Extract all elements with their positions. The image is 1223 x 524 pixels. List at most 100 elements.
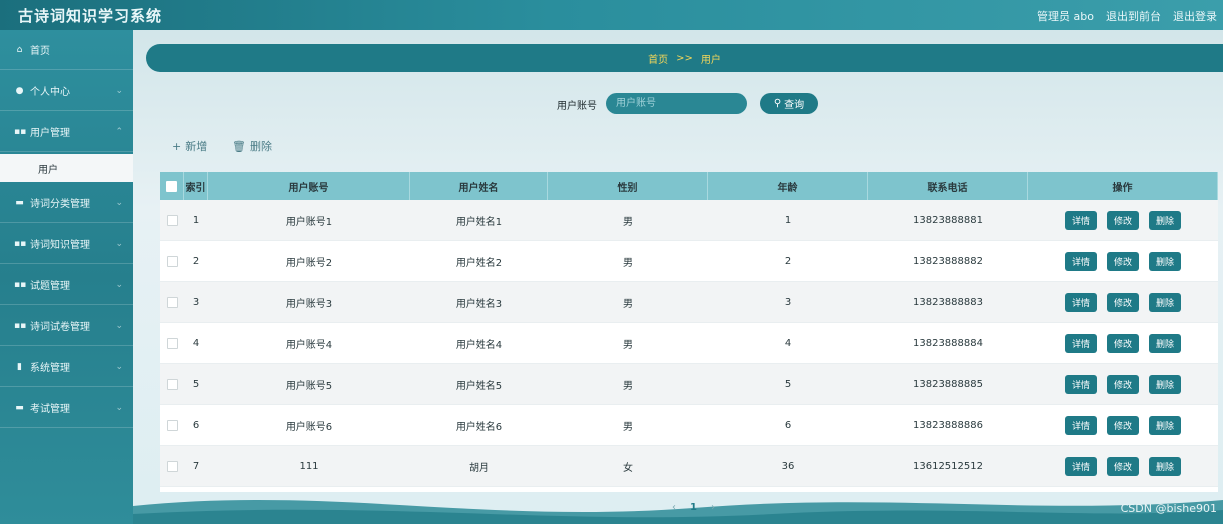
logout-link[interactable]: 退出登录 — [1173, 8, 1217, 24]
lock-icon: ▮ — [17, 361, 22, 372]
sidebar-item-poem-category[interactable]: ▬ 诗词分类管理 ⌄ — [0, 183, 133, 223]
sidebar-item-label: 首页 — [30, 46, 50, 57]
cell-sex: 男 — [623, 258, 633, 269]
sidebar-item-poem-knowledge[interactable]: ▪▪ 诗词知识管理 ⌄ — [0, 224, 133, 264]
row-checkbox[interactable] — [166, 297, 178, 308]
sidebar: ⌂ 首页 ● 个人中心 ⌄ ▪▪ 用户管理 ⌃ 用户 ▬ 诗词分类管理 ⌄ ▪▪… — [0, 30, 133, 524]
trash-icon: 🗑 — [232, 139, 246, 153]
edit-button[interactable]: 修改 — [1106, 334, 1139, 353]
table-row: 4 用户账号4 用户姓名4 男 4 13823888884 详情 修改 删除 — [160, 323, 1218, 364]
cell-operations: 详情 修改 删除 — [1028, 364, 1218, 405]
cell-operations: 详情 修改 删除 — [1028, 282, 1218, 323]
row-checkbox[interactable] — [166, 379, 178, 390]
delete-button[interactable]: 删除 — [1149, 252, 1182, 271]
edit-button[interactable]: 修改 — [1106, 375, 1139, 394]
sidebar-item-home[interactable]: ⌂ 首页 — [0, 30, 133, 70]
cell-sex: 女 — [623, 463, 633, 474]
detail-button[interactable]: 详情 — [1064, 375, 1097, 394]
column-header: 用户姓名 — [410, 172, 548, 200]
pager-current[interactable]: 1 — [690, 502, 697, 513]
table-row: 6 用户账号6 用户姓名6 男 6 13823888886 详情 修改 删除 — [160, 405, 1218, 446]
row-checkbox[interactable] — [166, 215, 178, 226]
cell-operations: 详情 修改 删除 — [1028, 405, 1218, 446]
cell-operations: 详情 修改 删除 — [1028, 241, 1218, 282]
cell-name: 用户姓名2 — [455, 258, 503, 269]
detail-button[interactable]: 详情 — [1064, 293, 1097, 312]
delete-button[interactable]: 删除 — [1149, 334, 1182, 353]
cell-age: 1 — [784, 215, 792, 226]
user-table: 索引 用户账号 用户姓名 性别 年龄 联系电话 操作 1 用户账号1 用户姓名1 男 1… — [160, 172, 1218, 492]
cell-age: 5 — [784, 379, 792, 390]
column-header: 联系电话 — [868, 172, 1028, 200]
detail-button[interactable]: 详情 — [1064, 416, 1097, 435]
sidebar-item-questions[interactable]: ▪▪ 试题管理 ⌄ — [0, 265, 133, 305]
sidebar-item-label: 诗词分类管理 — [30, 199, 90, 210]
select-all-cell — [160, 172, 184, 200]
delete-button[interactable]: 删除 — [1149, 211, 1182, 230]
edit-button[interactable]: 修改 — [1106, 252, 1139, 271]
column-header: 操作 — [1028, 172, 1218, 200]
table-header: 索引 用户账号 用户姓名 性别 年龄 联系电话 操作 — [160, 172, 1218, 200]
sidebar-item-system[interactable]: ▮ 系统管理 ⌄ — [0, 347, 133, 387]
cell-operations: 详情 修改 删除 — [1028, 323, 1218, 364]
sidebar-item-exams[interactable]: ▬ 考试管理 ⌄ — [0, 388, 133, 428]
delete-button[interactable]: 删除 — [1149, 457, 1182, 476]
breadcrumb-separator: >> — [676, 52, 693, 64]
cell-index: 3 — [192, 297, 200, 308]
sidebar-item-users[interactable]: ▪▪ 用户管理 ⌃ — [0, 112, 133, 152]
cell-phone: 13823888881 — [913, 215, 983, 226]
sidebar-item-profile[interactable]: ● 个人中心 ⌄ — [0, 71, 133, 111]
delete-button[interactable]: 删除 — [1149, 293, 1182, 312]
detail-button[interactable]: 详情 — [1064, 457, 1097, 476]
pager-next[interactable]: › — [711, 502, 715, 513]
home-icon: ⌂ — [16, 44, 23, 55]
cell-index: 5 — [192, 379, 200, 390]
detail-button[interactable]: 详情 — [1064, 334, 1097, 353]
row-checkbox[interactable] — [166, 420, 178, 431]
batch-delete-button[interactable]: 🗑 删除 — [232, 138, 272, 154]
grid-icon: ▪▪ — [14, 126, 27, 137]
breadcrumb-current: 用户 — [700, 54, 721, 66]
search-input[interactable] — [606, 93, 747, 114]
grid-icon: ▪▪ — [14, 279, 27, 290]
cell-index: 1 — [192, 215, 200, 226]
sidebar-item-papers[interactable]: ▪▪ 诗词试卷管理 ⌄ — [0, 306, 133, 346]
cell-phone: 13823888885 — [913, 379, 983, 390]
cell-phone: 13823888883 — [913, 297, 983, 308]
edit-button[interactable]: 修改 — [1106, 211, 1139, 230]
breadcrumb-home[interactable]: 首页 — [648, 51, 668, 66]
delete-button[interactable]: 删除 — [1149, 375, 1182, 394]
grid-icon: ▪▪ — [14, 238, 27, 249]
sidebar-item-label: 试题管理 — [30, 281, 70, 292]
search-button[interactable]: ⚲ 查询 — [760, 93, 818, 114]
sidebar-subitem-user[interactable]: 用户 — [0, 154, 133, 182]
edit-button[interactable]: 修改 — [1106, 416, 1139, 435]
cell-sex: 男 — [623, 422, 633, 433]
to-frontend-link[interactable]: 退出到前台 — [1106, 8, 1161, 24]
cell-name: 用户姓名3 — [455, 299, 503, 310]
detail-button[interactable]: 详情 — [1064, 252, 1097, 271]
row-select-cell — [160, 200, 184, 241]
delete-button[interactable]: 删除 — [1149, 416, 1182, 435]
add-button[interactable]: + 新增 — [172, 138, 207, 154]
edit-button[interactable]: 修改 — [1106, 293, 1139, 312]
cell-name: 用户姓名6 — [455, 422, 503, 433]
column-header: 用户账号 — [208, 172, 410, 200]
select-all-checkbox[interactable] — [166, 180, 177, 192]
chevron-down-icon: ⌄ — [115, 361, 123, 372]
row-checkbox[interactable] — [166, 338, 178, 349]
chevron-down-icon: ⌄ — [115, 238, 123, 249]
top-right-links: 管理员 abo 退出到前台 退出登录 — [1037, 8, 1217, 24]
grid-icon: ▪▪ — [14, 320, 27, 331]
pager-prev[interactable]: ‹ — [672, 502, 676, 513]
sidebar-item-label: 诗词试卷管理 — [30, 322, 90, 333]
row-checkbox[interactable] — [166, 256, 178, 267]
top-bar: 古诗词知识学习系统 管理员 abo 退出到前台 退出登录 — [0, 0, 1223, 30]
row-select-cell — [160, 241, 184, 282]
detail-button[interactable]: 详情 — [1064, 211, 1097, 230]
edit-button[interactable]: 修改 — [1106, 457, 1139, 476]
cell-operations: 详情 修改 删除 — [1028, 200, 1218, 241]
row-checkbox[interactable] — [166, 461, 178, 472]
sidebar-item-label: 用户管理 — [30, 128, 70, 139]
cell-age: 4 — [784, 338, 792, 349]
